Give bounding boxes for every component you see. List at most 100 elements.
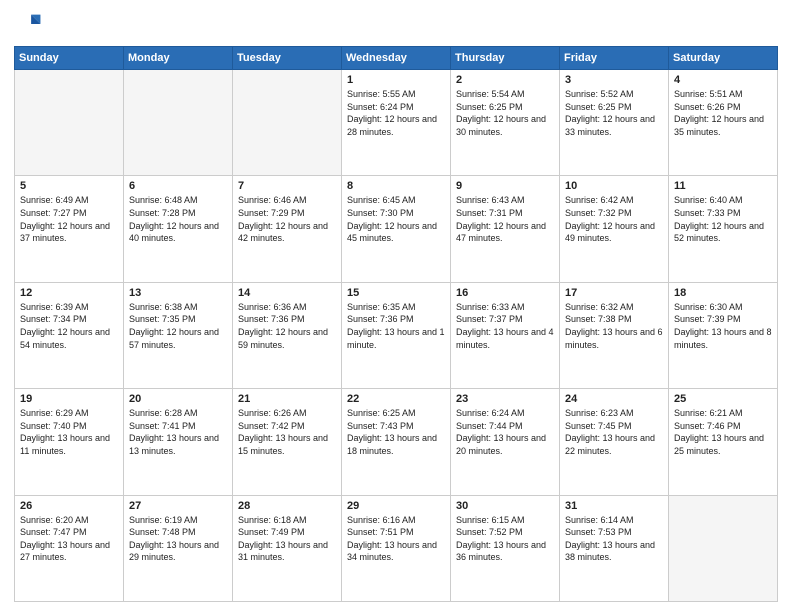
cell-info: Sunrise: 6:49 AMSunset: 7:27 PMDaylight:… <box>20 194 118 244</box>
weekday-header-wednesday: Wednesday <box>342 47 451 70</box>
calendar-cell: 18 Sunrise: 6:30 AMSunset: 7:39 PMDayligh… <box>669 282 778 388</box>
cell-info: Sunrise: 6:19 AMSunset: 7:48 PMDaylight:… <box>129 514 227 564</box>
calendar-cell: 2 Sunrise: 5:54 AMSunset: 6:25 PMDaylight… <box>451 70 560 176</box>
cell-info: Sunrise: 6:48 AMSunset: 7:28 PMDaylight:… <box>129 194 227 244</box>
calendar-cell: 27 Sunrise: 6:19 AMSunset: 7:48 PMDayligh… <box>124 495 233 601</box>
weekday-header-monday: Monday <box>124 47 233 70</box>
cell-info: Sunrise: 6:38 AMSunset: 7:35 PMDaylight:… <box>129 301 227 351</box>
calendar-week-3: 12 Sunrise: 6:39 AMSunset: 7:34 PMDayligh… <box>15 282 778 388</box>
cell-info: Sunrise: 5:51 AMSunset: 6:26 PMDaylight:… <box>674 88 772 138</box>
calendar-cell <box>124 70 233 176</box>
cell-info: Sunrise: 6:32 AMSunset: 7:38 PMDaylight:… <box>565 301 663 351</box>
cell-info: Sunrise: 6:20 AMSunset: 7:47 PMDaylight:… <box>20 514 118 564</box>
calendar-body: 1 Sunrise: 5:55 AMSunset: 6:24 PMDaylight… <box>15 70 778 602</box>
day-number: 1 <box>347 74 445 86</box>
day-number: 19 <box>20 393 118 405</box>
cell-info: Sunrise: 6:28 AMSunset: 7:41 PMDaylight:… <box>129 407 227 457</box>
cell-info: Sunrise: 5:54 AMSunset: 6:25 PMDaylight:… <box>456 88 554 138</box>
day-number: 17 <box>565 287 663 299</box>
calendar-cell <box>15 70 124 176</box>
cell-info: Sunrise: 6:25 AMSunset: 7:43 PMDaylight:… <box>347 407 445 457</box>
cell-info: Sunrise: 6:15 AMSunset: 7:52 PMDaylight:… <box>456 514 554 564</box>
calendar-week-4: 19 Sunrise: 6:29 AMSunset: 7:40 PMDayligh… <box>15 389 778 495</box>
calendar-cell: 5Sunrise: 6:49 AMSunset: 7:27 PMDaylight… <box>15 176 124 282</box>
calendar-table: SundayMondayTuesdayWednesdayThursdayFrid… <box>14 46 778 602</box>
day-number: 23 <box>456 393 554 405</box>
calendar-header: SundayMondayTuesdayWednesdayThursdayFrid… <box>15 47 778 70</box>
logo <box>14 10 44 38</box>
calendar-cell: 9 Sunrise: 6:43 AMSunset: 7:31 PMDaylight… <box>451 176 560 282</box>
day-number: 25 <box>674 393 772 405</box>
calendar-cell: 4 Sunrise: 5:51 AMSunset: 6:26 PMDaylight… <box>669 70 778 176</box>
calendar-cell: 28 Sunrise: 6:18 AMSunset: 7:49 PMDayligh… <box>233 495 342 601</box>
day-number: 21 <box>238 393 336 405</box>
calendar-cell: 26 Sunrise: 6:20 AMSunset: 7:47 PMDayligh… <box>15 495 124 601</box>
calendar-cell: 25 Sunrise: 6:21 AMSunset: 7:46 PMDayligh… <box>669 389 778 495</box>
cell-info: Sunrise: 5:55 AMSunset: 6:24 PMDaylight:… <box>347 88 445 138</box>
cell-info: Sunrise: 6:18 AMSunset: 7:49 PMDaylight:… <box>238 514 336 564</box>
cell-info: Sunrise: 6:35 AMSunset: 7:36 PMDaylight:… <box>347 301 445 351</box>
day-number: 7 <box>238 180 336 192</box>
header <box>14 10 778 38</box>
calendar-cell: 23 Sunrise: 6:24 AMSunset: 7:44 PMDayligh… <box>451 389 560 495</box>
calendar-cell: 11 Sunrise: 6:40 AMSunset: 7:33 PMDayligh… <box>669 176 778 282</box>
cell-info: Sunrise: 6:43 AMSunset: 7:31 PMDaylight:… <box>456 194 554 244</box>
day-number: 8 <box>347 180 445 192</box>
weekday-header-thursday: Thursday <box>451 47 560 70</box>
page: SundayMondayTuesdayWednesdayThursdayFrid… <box>0 0 792 612</box>
day-number: 22 <box>347 393 445 405</box>
logo-icon <box>14 10 42 38</box>
weekday-header-sunday: Sunday <box>15 47 124 70</box>
cell-info: Sunrise: 6:24 AMSunset: 7:44 PMDaylight:… <box>456 407 554 457</box>
cell-info: Sunrise: 6:29 AMSunset: 7:40 PMDaylight:… <box>20 407 118 457</box>
cell-info: Sunrise: 6:39 AMSunset: 7:34 PMDaylight:… <box>20 301 118 351</box>
cell-info: Sunrise: 6:36 AMSunset: 7:36 PMDaylight:… <box>238 301 336 351</box>
day-number: 12 <box>20 287 118 299</box>
day-number: 28 <box>238 500 336 512</box>
weekday-row: SundayMondayTuesdayWednesdayThursdayFrid… <box>15 47 778 70</box>
day-number: 29 <box>347 500 445 512</box>
calendar-cell: 16 Sunrise: 6:33 AMSunset: 7:37 PMDayligh… <box>451 282 560 388</box>
calendar-cell: 15 Sunrise: 6:35 AMSunset: 7:36 PMDayligh… <box>342 282 451 388</box>
calendar-cell: 7Sunrise: 6:46 AMSunset: 7:29 PMDaylight… <box>233 176 342 282</box>
calendar-cell: 10 Sunrise: 6:42 AMSunset: 7:32 PMDayligh… <box>560 176 669 282</box>
cell-info: Sunrise: 6:45 AMSunset: 7:30 PMDaylight:… <box>347 194 445 244</box>
cell-info: Sunrise: 6:30 AMSunset: 7:39 PMDaylight:… <box>674 301 772 351</box>
calendar-cell: 22 Sunrise: 6:25 AMSunset: 7:43 PMDayligh… <box>342 389 451 495</box>
calendar-week-1: 1 Sunrise: 5:55 AMSunset: 6:24 PMDaylight… <box>15 70 778 176</box>
calendar-cell: 8 Sunrise: 6:45 AMSunset: 7:30 PMDaylight… <box>342 176 451 282</box>
calendar-cell <box>669 495 778 601</box>
calendar-cell: 6Sunrise: 6:48 AMSunset: 7:28 PMDaylight… <box>124 176 233 282</box>
cell-info: Sunrise: 6:16 AMSunset: 7:51 PMDaylight:… <box>347 514 445 564</box>
calendar-cell: 29 Sunrise: 6:16 AMSunset: 7:51 PMDayligh… <box>342 495 451 601</box>
day-number: 4 <box>674 74 772 86</box>
day-number: 20 <box>129 393 227 405</box>
day-number: 16 <box>456 287 554 299</box>
day-number: 15 <box>347 287 445 299</box>
calendar-cell: 17 Sunrise: 6:32 AMSunset: 7:38 PMDayligh… <box>560 282 669 388</box>
calendar-cell: 21Sunrise: 6:26 AMSunset: 7:42 PMDayligh… <box>233 389 342 495</box>
calendar-week-2: 5Sunrise: 6:49 AMSunset: 7:27 PMDaylight… <box>15 176 778 282</box>
cell-info: Sunrise: 6:33 AMSunset: 7:37 PMDaylight:… <box>456 301 554 351</box>
day-number: 13 <box>129 287 227 299</box>
calendar-cell: 1 Sunrise: 5:55 AMSunset: 6:24 PMDaylight… <box>342 70 451 176</box>
day-number: 14 <box>238 287 336 299</box>
day-number: 24 <box>565 393 663 405</box>
day-number: 26 <box>20 500 118 512</box>
day-number: 11 <box>674 180 772 192</box>
day-number: 2 <box>456 74 554 86</box>
weekday-header-saturday: Saturday <box>669 47 778 70</box>
day-number: 9 <box>456 180 554 192</box>
day-number: 18 <box>674 287 772 299</box>
cell-info: Sunrise: 6:40 AMSunset: 7:33 PMDaylight:… <box>674 194 772 244</box>
cell-info: Sunrise: 6:21 AMSunset: 7:46 PMDaylight:… <box>674 407 772 457</box>
calendar-cell: 3Sunrise: 5:52 AMSunset: 6:25 PMDaylight… <box>560 70 669 176</box>
calendar-cell: 19 Sunrise: 6:29 AMSunset: 7:40 PMDayligh… <box>15 389 124 495</box>
cell-info: Sunrise: 6:42 AMSunset: 7:32 PMDaylight:… <box>565 194 663 244</box>
calendar-cell <box>233 70 342 176</box>
calendar-cell: 31Sunrise: 6:14 AMSunset: 7:53 PMDayligh… <box>560 495 669 601</box>
calendar-cell: 14 Sunrise: 6:36 AMSunset: 7:36 PMDayligh… <box>233 282 342 388</box>
day-number: 30 <box>456 500 554 512</box>
day-number: 10 <box>565 180 663 192</box>
day-number: 27 <box>129 500 227 512</box>
